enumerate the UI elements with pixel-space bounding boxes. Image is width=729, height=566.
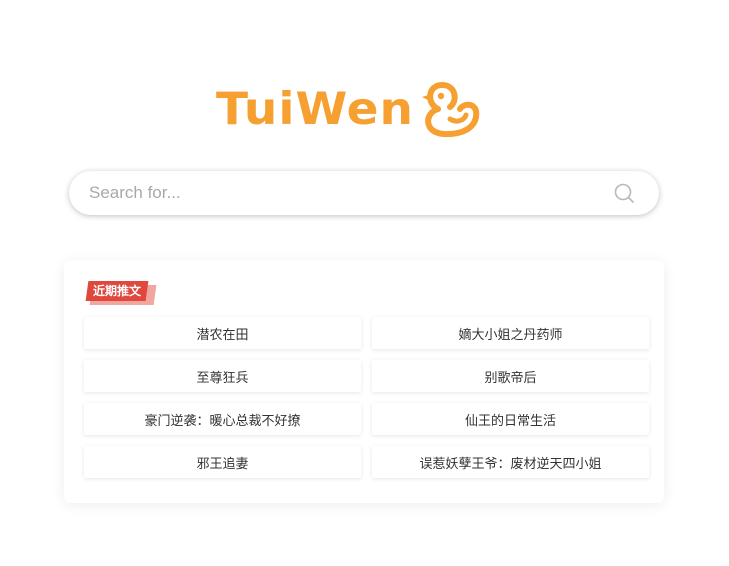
- recent-post-item[interactable]: 潜农在田: [84, 317, 361, 349]
- recent-post-item[interactable]: 误惹妖孽王爷：废材逆天四小姐: [372, 446, 649, 478]
- recent-badge-label: 近期推文: [93, 284, 142, 298]
- recent-post-item[interactable]: 至尊狂兵: [84, 360, 361, 392]
- duck-icon: [421, 82, 480, 138]
- recent-badge: 近期推文: [85, 281, 157, 305]
- recent-post-item[interactable]: 邪王追妻: [84, 446, 361, 478]
- search-bar: [69, 171, 659, 215]
- recent-post-item[interactable]: 嫡大小姐之丹药师: [372, 317, 649, 349]
- recent-post-item[interactable]: 仙王的日常生活: [372, 403, 649, 435]
- recent-posts-card: 近期推文 潜农在田 嫡大小姐之丹药师 至尊狂兵 别歌帝后 豪门逆袭：暖心总裁不好…: [64, 260, 664, 503]
- logo-text: TuiWen: [216, 82, 414, 136]
- recent-posts-grid: 潜农在田 嫡大小姐之丹药师 至尊狂兵 别歌帝后 豪门逆袭：暖心总裁不好撩 仙王的…: [84, 317, 649, 478]
- home-page: TuiWen Search for... 近期推文 潜农在田 嫡大小姐之丹药师 …: [0, 0, 729, 566]
- badge-label-box: 近期推文: [85, 281, 149, 301]
- search-input[interactable]: [69, 173, 613, 213]
- search-icon[interactable]: [613, 182, 635, 204]
- recent-post-item[interactable]: 别歌帝后: [372, 360, 649, 392]
- recent-post-item[interactable]: 豪门逆袭：暖心总裁不好撩: [84, 403, 361, 435]
- site-logo[interactable]: TuiWen: [216, 78, 516, 140]
